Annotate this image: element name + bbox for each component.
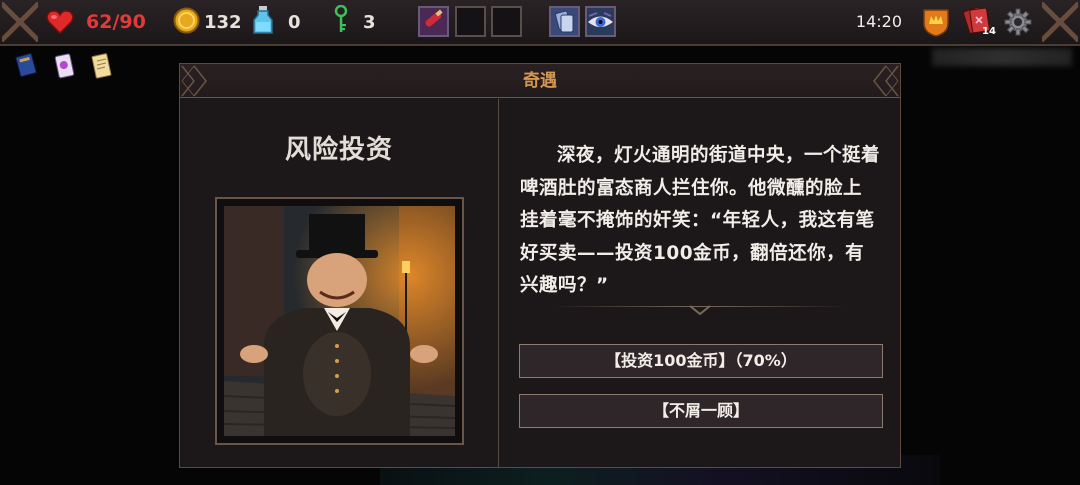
potion-display: 0 [252,0,301,44]
corner-ornament-icon [873,65,899,97]
item-slot-2[interactable] [455,6,486,37]
card-hand-icon [555,10,574,33]
top-status-bar: 62/90 132 0 3 14:20 14 [0,0,1080,46]
key-icon [333,4,349,39]
key-count: 3 [363,11,376,33]
coin-icon [173,7,200,38]
event-name: 风险投资 [284,135,393,165]
chevron-down-icon [689,305,711,316]
relic-slot-2[interactable] [585,6,616,37]
potion-bottle-icon [252,5,274,39]
heart-icon [46,10,74,34]
choice-decline-button[interactable]: 【不屑一顾】 [519,394,883,428]
key-display: 3 [333,0,376,44]
hp-display: 62/90 [46,0,146,44]
book-icon[interactable] [15,52,37,78]
hp-value: 62/90 [86,11,146,33]
event-description: 深夜，灯火通明的街道中央，一个挺着啤酒肚的富态商人拦住你。他微醺的脸上挂着毫不掩… [520,145,881,296]
deck-button[interactable]: 14 [963,0,997,44]
item-slot-3[interactable] [491,6,522,37]
potion-count: 0 [288,11,301,33]
card-icon[interactable] [53,52,75,79]
clock: 14:20 [855,12,902,31]
bottle-item-icon [425,9,443,27]
eye-icon [588,12,613,27]
event-dialog: 奇遇 风险投资 深夜，灯火通明的街道中央，一个挺着啤酒肚的富态商人拦住你。他微醺… [179,63,901,468]
crown-badge-icon [923,9,949,37]
panel-divider [498,99,499,468]
scroll-icon[interactable] [90,52,112,79]
gold-value: 132 [204,11,242,33]
item-slot-1[interactable] [418,6,449,37]
dialog-title: 奇遇 [523,71,557,91]
choice-invest-button[interactable]: 【投资100金币】（70%） [519,344,883,378]
portrait-frame [215,197,464,445]
dialog-header: 奇遇 [180,64,900,98]
blurred-text [932,48,1072,66]
deck-count: 14 [982,26,996,37]
gold-display: 132 [173,0,242,44]
relic-slot-1[interactable] [549,6,580,37]
gear-icon [1004,8,1032,36]
merchant-illustration [224,206,455,436]
settings-button[interactable] [1004,0,1032,44]
merchant-portrait [224,206,455,436]
rank-button[interactable] [920,0,952,44]
